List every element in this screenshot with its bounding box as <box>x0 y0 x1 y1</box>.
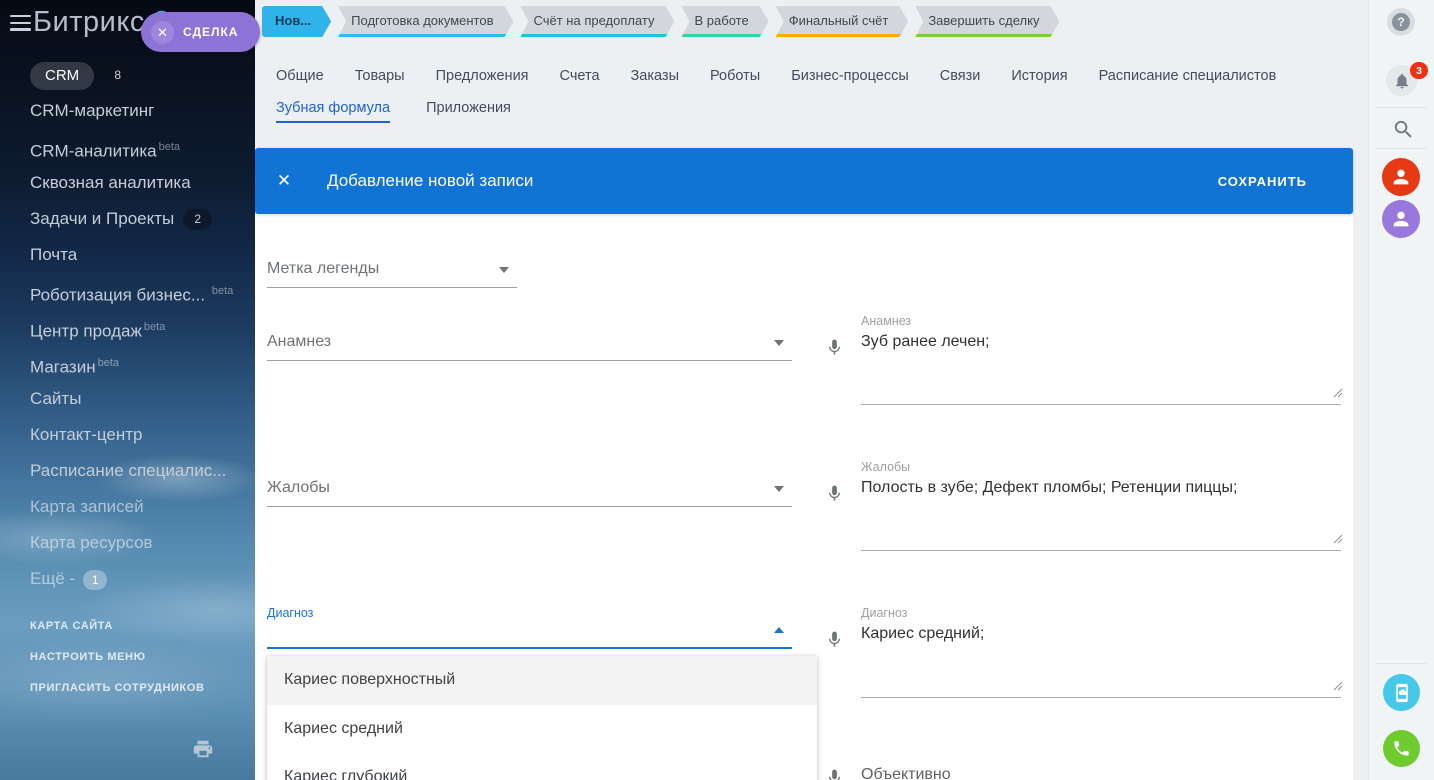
question-mark-icon: ? <box>1392 13 1410 31</box>
telephony-button[interactable] <box>1383 730 1420 767</box>
chevron-down-icon <box>774 340 784 346</box>
resize-grip-icon[interactable] <box>1332 385 1343 403</box>
search-icon <box>1392 118 1415 141</box>
sidebar-item-specialists-schedule[interactable]: Расписание специалис... <box>0 453 255 489</box>
tab-invoices[interactable]: Счета <box>560 68 600 89</box>
tab-applications[interactable]: Приложения <box>426 100 511 123</box>
deal-close-icon[interactable]: ✕ <box>151 21 174 44</box>
tab-links[interactable]: Связи <box>940 68 981 89</box>
tab-business-processes[interactable]: Бизнес-процессы <box>791 68 909 89</box>
sitemap-link[interactable]: КАРТА САЙТА <box>30 620 205 632</box>
notification-count-badge: 3 <box>1410 62 1428 79</box>
search-button[interactable] <box>1391 117 1415 141</box>
hamburger-menu-icon[interactable] <box>10 15 31 32</box>
deal-slider-badge[interactable]: ✕ СДЕЛКА <box>141 12 260 52</box>
save-button[interactable]: СОХРАНИТЬ <box>1212 173 1313 190</box>
tab-dental-formula[interactable]: Зубная формула <box>276 100 390 123</box>
sidebar-item-more[interactable]: Ещё -1 <box>0 561 255 597</box>
tab-specialists-schedule[interactable]: Расписание специалистов <box>1099 68 1277 89</box>
stage-new[interactable]: Нов... <box>262 6 331 37</box>
sidebar-item-resources-map[interactable]: Карта ресурсов <box>0 525 255 561</box>
sidebar-item-crm-analytics[interactable]: CRM-аналитикаbeta <box>0 129 255 165</box>
new-record-panel-header: ✕ Добавление новой записи СОХРАНИТЬ <box>255 148 1353 214</box>
new-record-form: Метка легенды Анамнез Жалобы Диагноз Кар… <box>255 214 1353 780</box>
panel-title: Добавление новой записи <box>327 171 533 191</box>
stage-in-progress[interactable]: В работе <box>682 6 769 37</box>
panel-close-icon[interactable]: ✕ <box>275 172 293 190</box>
stage-close-deal[interactable]: Завершить сделку <box>915 6 1059 37</box>
anamnesis-textarea[interactable]: Анамнез Зуб ранее лечен; <box>861 314 1341 405</box>
phone-icon <box>1392 739 1411 758</box>
chevron-down-icon <box>774 486 784 492</box>
person-icon <box>1390 208 1412 230</box>
anamnesis-mic-icon[interactable] <box>825 336 845 360</box>
sidebar-item-contact-center[interactable]: Контакт-центр <box>0 417 255 453</box>
mobile-app-button[interactable] <box>1383 674 1420 711</box>
sidebar-item-sites[interactable]: Сайты <box>0 381 255 417</box>
user-avatar-red[interactable] <box>1382 158 1420 196</box>
configure-menu-link[interactable]: НАСТРОИТЬ МЕНЮ <box>30 651 205 663</box>
more-counter-badge: 1 <box>83 570 107 590</box>
dropdown-option-medium-caries[interactable]: Кариес средний <box>267 705 817 754</box>
printer-icon[interactable] <box>192 738 214 765</box>
dropdown-option-deep-caries[interactable]: Кариес глубокий <box>267 753 817 780</box>
help-button[interactable]: ? <box>1387 8 1415 36</box>
diagnosis-dropdown-list: Кариес поверхностный Кариес средний Кари… <box>267 656 817 780</box>
sidebar-item-tasks-projects[interactable]: Задачи и Проекты2 <box>0 201 255 237</box>
tab-robots[interactable]: Роботы <box>710 68 760 89</box>
tab-products[interactable]: Товары <box>355 68 405 89</box>
deal-tabs-row-1: Общие Товары Предложения Счета Заказы Ро… <box>276 68 1276 89</box>
resize-grip-icon[interactable] <box>1332 678 1343 696</box>
person-icon <box>1390 166 1412 188</box>
sidebar-item-crm[interactable]: CRM8 <box>0 57 255 93</box>
sidebar-item-crm-marketing[interactable]: CRM-маркетинг <box>0 93 255 129</box>
sidebar-item-records-map[interactable]: Карта записей <box>0 489 255 525</box>
left-sidebar: Битрикс 2 CRM8 CRM-маркетинг CRM-аналити… <box>0 0 255 780</box>
objective-mic-icon[interactable] <box>825 766 845 780</box>
deal-stage-pipeline: Нов... Подготовка документов Счёт на пре… <box>262 6 1059 37</box>
invite-employees-link[interactable]: ПРИГЛАСИТЬ СОТРУДНИКОВ <box>30 682 205 694</box>
sidebar-footer-links: КАРТА САЙТА НАСТРОИТЬ МЕНЮ ПРИГЛАСИТЬ СО… <box>30 620 205 713</box>
sidebar-item-mail[interactable]: Почта <box>0 237 255 273</box>
user-avatar-purple[interactable] <box>1382 200 1420 238</box>
tab-general[interactable]: Общие <box>276 68 324 89</box>
stage-final-invoice[interactable]: Финальный счёт <box>776 6 909 37</box>
tab-quotes[interactable]: Предложения <box>436 68 529 89</box>
device-cloud-icon <box>1392 683 1412 703</box>
legend-mark-select[interactable]: Метка легенды <box>267 247 517 288</box>
diagnosis-mic-icon[interactable] <box>825 628 845 652</box>
tab-history[interactable]: История <box>1011 68 1067 89</box>
chevron-up-icon <box>774 627 784 633</box>
bell-icon <box>1393 72 1411 90</box>
deal-badge-label: СДЕЛКА <box>183 25 238 39</box>
complaints-mic-icon[interactable] <box>825 482 845 506</box>
stage-documents[interactable]: Подготовка документов <box>338 6 513 37</box>
sidebar-item-end-to-end-analytics[interactable]: Сквозная аналитика <box>0 165 255 201</box>
sidebar-item-shop[interactable]: Магазинbeta <box>0 345 255 381</box>
deal-tabs-row-2: Зубная формула Приложения <box>276 100 511 123</box>
sidebar-menu: CRM8 CRM-маркетинг CRM-аналитикаbeta Скв… <box>0 57 255 597</box>
tasks-counter-badge: 2 <box>183 209 212 230</box>
right-toolbar: ? 3 <box>1368 0 1434 780</box>
tab-orders[interactable]: Заказы <box>631 68 679 89</box>
anamnesis-select[interactable]: Анамнез <box>267 320 792 361</box>
crm-counter-badge: 8 <box>103 65 132 86</box>
sidebar-item-rpa[interactable]: Роботизация бизнес... beta <box>0 273 255 309</box>
diagnosis-textarea[interactable]: Диагноз Кариес средний; <box>861 606 1341 698</box>
objective-field-label: Объективно <box>861 766 951 780</box>
chevron-down-icon <box>499 267 509 273</box>
sidebar-item-sales-center[interactable]: Центр продажbeta <box>0 309 255 345</box>
diagnosis-select[interactable] <box>267 608 792 649</box>
complaints-textarea[interactable]: Жалобы Полость в зубе; Дефект пломбы; Ре… <box>861 460 1341 551</box>
complaints-select[interactable]: Жалобы <box>267 466 792 507</box>
stage-prepayment-invoice[interactable]: Счёт на предоплату <box>520 6 674 37</box>
dropdown-option-superficial-caries[interactable]: Кариес поверхностный <box>267 656 817 705</box>
resize-grip-icon[interactable] <box>1332 531 1343 549</box>
